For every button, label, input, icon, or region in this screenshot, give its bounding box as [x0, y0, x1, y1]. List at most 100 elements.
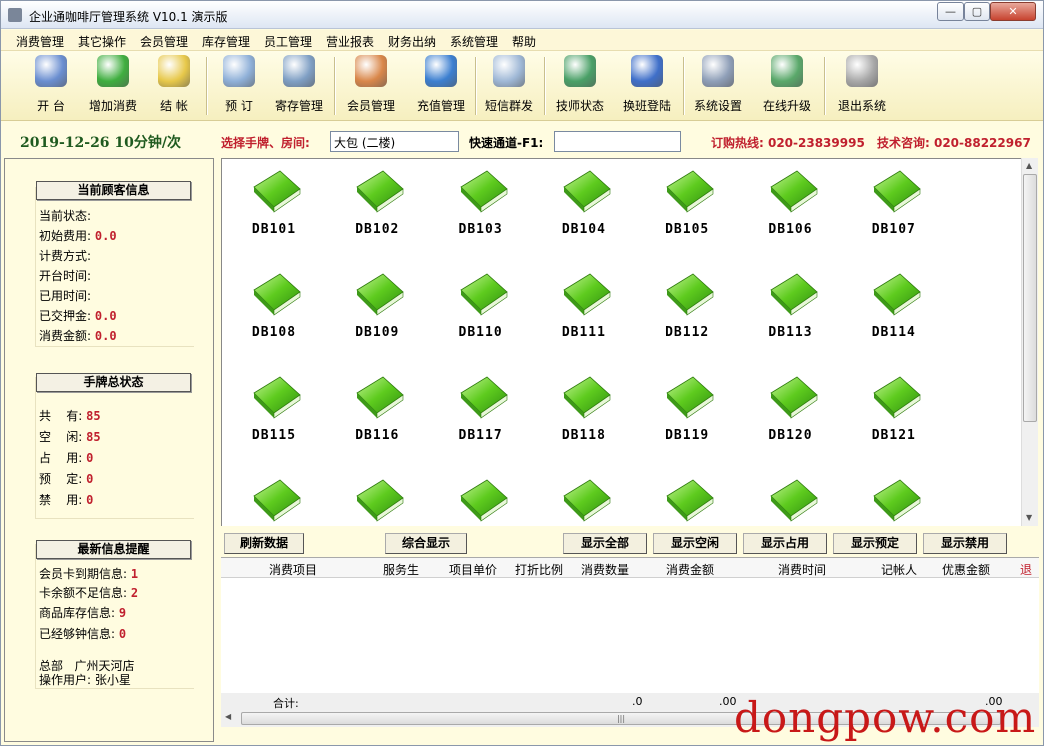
room-card[interactable]: DB114 [844, 262, 944, 362]
room-select-input[interactable]: 大包 (二楼) [330, 131, 459, 152]
col-amount[interactable]: 消费金额 [666, 561, 714, 578]
show-disabled-button[interactable]: 显示禁用 [923, 533, 1007, 554]
room-card[interactable]: DB104 [534, 159, 634, 259]
menu-reports[interactable]: 营业报表 [326, 33, 374, 50]
room-card[interactable] [844, 468, 944, 526]
scroll-thumb[interactable] [1023, 174, 1037, 422]
room-card[interactable]: DB105 [637, 159, 737, 259]
sms-button[interactable]: 短信群发 [479, 55, 539, 114]
add-consumption-button[interactable]: 增加消费 [83, 55, 143, 114]
room-card[interactable]: DB118 [534, 365, 634, 465]
technician-button[interactable]: 技师状态 [550, 55, 610, 114]
col-quantity[interactable]: 消费数量 [581, 561, 629, 578]
room-status-icon [253, 376, 301, 419]
room-label: DB110 [458, 325, 503, 340]
combined-view-button[interactable]: 综合显示 [385, 533, 467, 554]
show-all-button[interactable]: 显示全部 [563, 533, 647, 554]
room-card[interactable]: DB108 [224, 262, 324, 362]
room-card[interactable]: DB121 [844, 365, 944, 465]
toolbar-label: 退出系统 [837, 99, 886, 113]
room-status-icon [873, 273, 921, 316]
room-card[interactable] [534, 468, 634, 526]
menu-member[interactable]: 会员管理 [140, 33, 188, 50]
room-card[interactable]: DB112 [637, 262, 737, 362]
tag-status-title: 手牌总状态 [36, 373, 191, 392]
recharge-button[interactable]: 充值管理 [411, 55, 471, 114]
menu-staff[interactable]: 员工管理 [264, 33, 312, 50]
room-card[interactable]: DB106 [741, 159, 841, 259]
quick-channel-label: 快速通道-F1: [469, 136, 544, 150]
scroll-down-icon[interactable]: ▼ [1026, 513, 1032, 522]
title-bar: 企业通咖啡厅管理系统 V10.1 演示版 — ▢ ✕ [1, 1, 1043, 29]
menu-inventory[interactable]: 库存管理 [202, 33, 250, 50]
room-status-icon [563, 273, 611, 316]
col-discount-rate[interactable]: 打折比例 [515, 561, 563, 578]
room-card[interactable] [327, 468, 427, 526]
maximize-button[interactable]: ▢ [964, 2, 990, 21]
toolbar-separator [683, 57, 685, 115]
room-status-icon [563, 479, 611, 522]
minimize-button[interactable]: — [937, 2, 964, 21]
room-card[interactable]: DB101 [224, 159, 324, 259]
scroll-up-icon[interactable]: ▲ [1026, 161, 1032, 170]
room-card[interactable]: DB111 [534, 262, 634, 362]
settings-button[interactable]: 系统设置 [688, 55, 748, 114]
menu-consumption[interactable]: 消费管理 [16, 33, 64, 50]
toolbar-label: 预 订 [225, 99, 253, 113]
time-up-row[interactable]: 已经够钟信息: 0 [39, 625, 126, 642]
room-card[interactable]: DB120 [741, 365, 841, 465]
scroll-left-icon[interactable]: ◀ [225, 712, 231, 721]
col-recorder[interactable]: 记帐人 [881, 561, 917, 578]
open-table-icon [35, 55, 67, 87]
col-waiter[interactable]: 服务生 [383, 561, 419, 578]
vertical-scrollbar[interactable]: ▲ ▼ [1021, 158, 1038, 526]
room-card[interactable]: DB102 [327, 159, 427, 259]
shift-login-button[interactable]: 换班登陆 [617, 55, 677, 114]
col-item[interactable]: 消费项目 [269, 561, 317, 578]
room-card[interactable]: DB107 [844, 159, 944, 259]
room-card[interactable]: DB115 [224, 365, 324, 465]
room-card[interactable]: DB103 [431, 159, 531, 259]
menu-other[interactable]: 其它操作 [78, 33, 126, 50]
upgrade-button[interactable]: 在线升级 [757, 55, 817, 114]
room-card[interactable]: DB109 [327, 262, 427, 362]
total-count-row: 共 有: 85 [39, 409, 101, 423]
operator-label: 操作用户: 张小星 [39, 673, 131, 687]
open-table-button[interactable]: 开 台 [21, 55, 81, 114]
close-button[interactable]: ✕ [990, 2, 1036, 21]
member-button[interactable]: 会员管理 [341, 55, 401, 114]
room-card[interactable]: DB117 [431, 365, 531, 465]
room-card[interactable] [224, 468, 324, 526]
room-card[interactable]: DB119 [637, 365, 737, 465]
menu-help[interactable]: 帮助 [512, 33, 536, 50]
storage-button[interactable]: 寄存管理 [269, 55, 329, 114]
menu-finance[interactable]: 财务出纳 [388, 33, 436, 50]
col-discount-amount[interactable]: 优惠金额 [942, 561, 990, 578]
col-refund[interactable]: 退 [1020, 561, 1032, 578]
room-label: DB117 [458, 428, 503, 443]
exit-button[interactable]: 退出系统 [832, 55, 892, 114]
reservation-button[interactable]: 预 订 [209, 55, 269, 114]
room-card[interactable]: DB116 [327, 365, 427, 465]
col-unit-price[interactable]: 项目单价 [449, 561, 497, 578]
room-card[interactable] [741, 468, 841, 526]
card-expiry-row[interactable]: 会员卡到期信息: 1 [39, 565, 138, 582]
refresh-button[interactable]: 刷新数据 [224, 533, 304, 554]
low-balance-row[interactable]: 卡余额不足信息: 2 [39, 584, 138, 601]
room-card[interactable] [431, 468, 531, 526]
quick-channel-input[interactable] [554, 131, 681, 152]
room-card[interactable]: DB110 [431, 262, 531, 362]
room-card[interactable] [637, 468, 737, 526]
room-card[interactable]: DB113 [741, 262, 841, 362]
show-reserved-button[interactable]: 显示预定 [833, 533, 917, 554]
room-status-icon [769, 479, 818, 522]
show-free-button[interactable]: 显示空闲 [653, 533, 737, 554]
inventory-alert-row[interactable]: 商品库存信息: 9 [39, 604, 126, 621]
col-time[interactable]: 消费时间 [778, 561, 826, 578]
room-label: DB115 [251, 428, 297, 443]
menu-system[interactable]: 系统管理 [450, 33, 498, 50]
checkout-button[interactable]: 结 帐 [144, 55, 204, 114]
start-time-row: 开台时间: [39, 269, 92, 283]
filter-button-bar: 刷新数据 综合显示 显示全部 显示空闲 显示占用 显示预定 显示禁用 [221, 529, 1039, 557]
show-used-button[interactable]: 显示占用 [743, 533, 827, 554]
